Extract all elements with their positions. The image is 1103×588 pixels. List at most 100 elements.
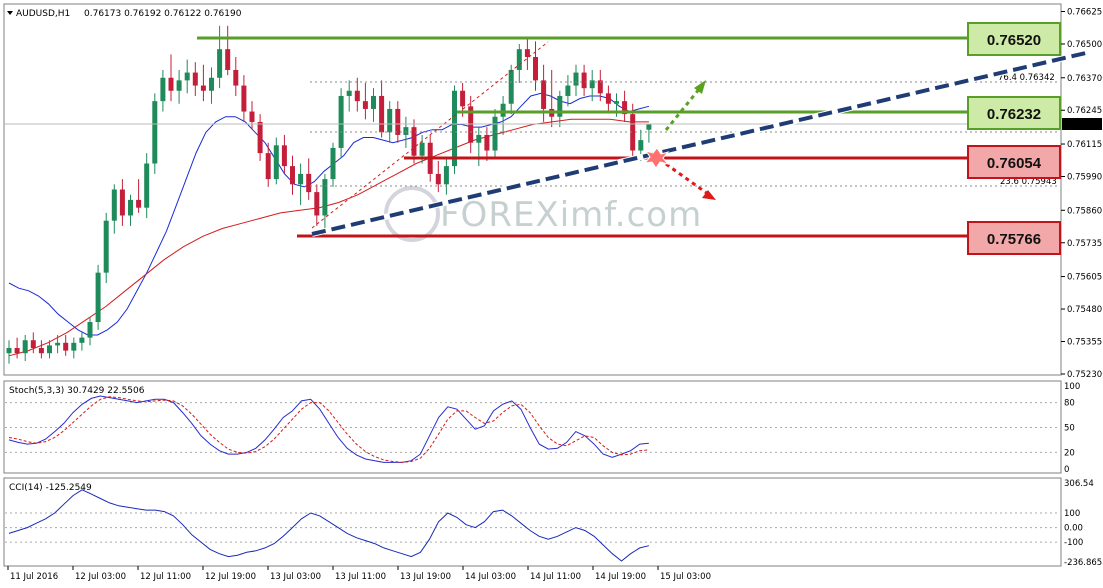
candle-body [6,348,12,354]
candle-body [354,90,360,102]
candle-body [160,77,166,102]
candle-body [168,77,174,91]
cci-tick-label: -100 [1064,538,1083,548]
candle-body [362,101,368,109]
cci-label: CCI(14) -125.2549 [9,483,92,493]
candle-body [217,49,223,78]
candle-body [419,142,425,156]
candle-body [492,116,498,151]
time-tick-label: 11 Jul 2016 [10,572,58,582]
candle-body [47,345,52,354]
stoch-tick-label: 50 [1064,424,1075,434]
time-tick-label: 13 Jul 19:00 [400,572,451,582]
price-tick-label: 0.76115 [1067,140,1102,150]
stoch-axis: 100 80 50 20 0 [1064,382,1080,475]
candle-body [443,166,449,185]
cci-axis: 306.54 100 0.00 -100 -236.8658 [1064,479,1103,568]
candle-body [55,342,61,346]
candle-body [209,77,214,91]
candle-body [63,342,69,351]
candle-body [38,348,44,354]
candle-body [330,147,336,180]
candle-body [524,49,530,57]
main-panel [3,3,1062,376]
candle-body [476,134,482,143]
time-tick-label: 13 Jul 11:00 [335,572,386,582]
level-label-76232: 0.76232 [987,106,1041,123]
candle-body [605,93,611,104]
stoch-tick-label: 80 [1064,399,1075,409]
stoch-tick-label: 0 [1064,465,1069,475]
price-tick-label: 0.75605 [1067,273,1102,283]
candle-body [71,342,77,351]
ohlc-readout: 0.76173 0.76192 0.76122 0.76190 [84,9,242,19]
price-tick-label: 0.76370 [1067,74,1102,84]
candle-body [346,90,352,96]
candle-body [233,69,239,86]
cci-tick-label: 0.00 [1064,524,1083,534]
candle-body [273,145,279,180]
candle-body [281,145,287,167]
candle-body [557,95,563,117]
level-label-76520: 0.76520 [987,32,1041,49]
time-tick-label: 13 Jul 03:00 [270,572,321,582]
stoch-tick-label: 20 [1064,448,1075,458]
candle-body [290,166,295,185]
candle-body [435,173,441,185]
cci-panel [3,477,1062,567]
candle-body [452,90,457,167]
candle-body [460,90,466,107]
price-tick-label: 0.75230 [1067,370,1102,380]
candle-body [152,101,158,164]
candle-body [241,85,247,112]
price-tick-label: 0.76500 [1067,40,1102,50]
candle-body [87,322,93,338]
candle-body [144,163,150,208]
time-tick-label: 15 Jul 03:00 [660,572,711,582]
candle-body [306,173,312,193]
symbol-timeframe: AUDUSD,H1 [16,9,70,19]
candle-body [249,111,255,122]
candle-body [128,199,133,216]
candle-body [371,95,376,109]
candle-body [403,127,409,135]
candle-body [184,72,190,81]
candle-body [314,192,320,216]
time-tick-label: 12 Jul 11:00 [140,572,191,582]
stoch-panel [3,380,1062,474]
candle-body [614,101,619,104]
current-price-label: 0.76190 [1065,120,1100,130]
price-axis: 0.76625 0.76500 0.76370 0.76245 0.76115 0.759… [1061,7,1102,380]
price-tick-label: 0.75990 [1067,173,1102,183]
candle-body [103,220,109,273]
candle-body [322,179,328,216]
candle-body [30,340,36,349]
candle-body [411,127,417,156]
watermark-text: FOREXimf.com [440,195,702,235]
stoch-tick-label: 100 [1064,382,1080,392]
candle-body [646,124,652,130]
level-label-76054: 0.76054 [987,155,1042,172]
time-tick-label: 14 Jul 19:00 [595,572,646,582]
price-tick-label: 0.75355 [1067,338,1102,348]
candle-body [338,95,344,148]
candle-body [200,85,206,91]
cci-tick-label: -236.8658 [1064,558,1103,568]
candle-body [573,72,579,86]
candle-body [265,153,271,180]
price-tick-label: 0.75480 [1067,305,1102,315]
candle-body [508,69,514,104]
candle-body [581,72,587,89]
cci-tick-label: 100 [1064,509,1080,519]
candle-body [638,140,644,151]
candle-body [533,56,538,81]
candle-body [176,80,182,91]
time-tick-label: 12 Jul 19:00 [205,572,256,582]
price-tick-label: 0.75860 [1067,206,1102,216]
candle-body [111,189,117,221]
candle-body [257,121,263,154]
trading-chart[interactable]: FOREXimf.com 76.4 0.76342 38.0 0.76166 2… [0,0,1103,588]
candle-body [22,340,28,354]
candle-body [387,108,393,133]
candle-body [119,189,125,216]
